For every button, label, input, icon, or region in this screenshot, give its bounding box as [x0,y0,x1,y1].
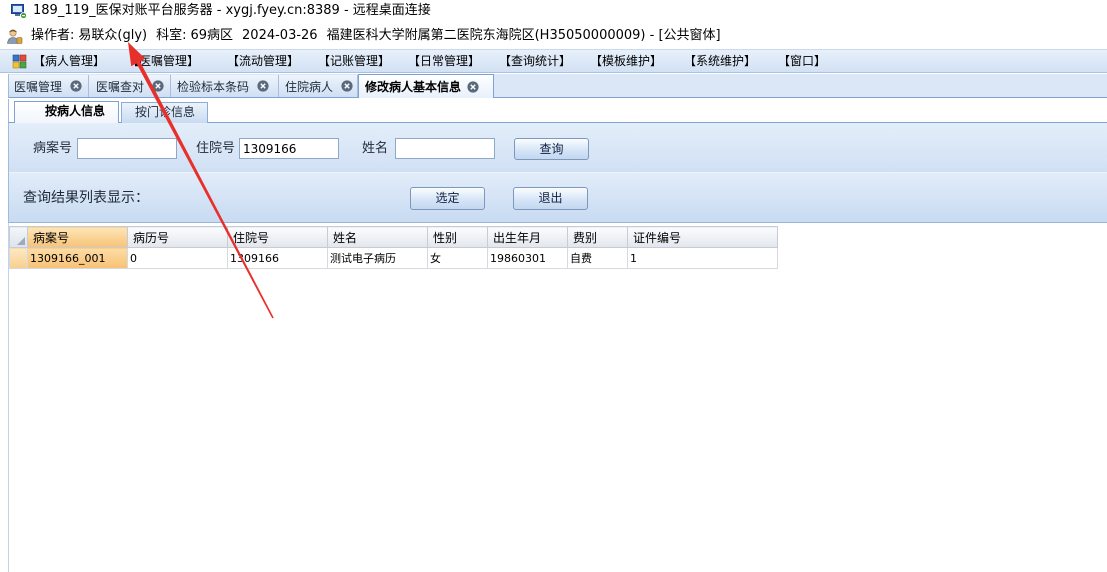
tab-label: 医嘱管理 [14,79,63,94]
grid-cell-id-number[interactable]: 1 [627,247,778,269]
name-label: 姓名 [362,141,389,156]
column-header-case-no[interactable]: 病案号 [27,226,128,248]
tab-label: 住院病人 [285,79,334,94]
remote-desktop-icon [11,3,27,19]
app-menu-icon[interactable] [12,53,28,69]
query-panel: 病案号 住院号 姓名 查询 查询结果列表显示： 选定 退出 [8,123,1107,223]
department-name: 69病区 [190,28,234,43]
window-titlebar: 189_119_医保对账平台服务器 - xygj.fyey.cn:8389 - … [0,0,1107,23]
grid-header-row: 病案号 病历号 住院号 姓名 性别 出生年月 费别 证件编号 [9,226,778,248]
tab-label: 医嘱查对 [96,79,145,94]
tab-edit-patient-info[interactable]: 修改病人基本信息 [358,74,494,98]
column-header-id-number[interactable]: 证件编号 [627,226,778,248]
grid-cell-fee-type[interactable]: 自费 [567,247,628,269]
exit-button[interactable]: 退出 [513,187,588,210]
case-no-label: 病案号 [33,141,73,156]
grid-corner-cell[interactable] [9,226,28,248]
close-circle-icon[interactable] [341,80,353,92]
hospital-name: 福建医科大学附属第二医院东海院区(H35050000009) - [公共窗体] [326,28,721,43]
row-header-cell[interactable] [9,247,28,269]
case-no-input[interactable] [77,138,177,159]
subtab-by-patient[interactable]: 按病人信息 [14,101,119,123]
select-button[interactable]: 选定 [410,187,485,210]
query-button[interactable]: 查询 [514,138,589,160]
grid-cell-record-no[interactable]: 0 [127,247,228,269]
close-circle-icon[interactable] [152,80,164,92]
main-menu-bar: 【病人管理】 【医嘱管理】 【流动管理】 【记账管理】 【日常管理】 【查询统计… [0,49,1107,73]
document-tab-strip: 医嘱管理 医嘱查对 检验标本条码 住院病人 修改病人基本信息 [8,74,1107,98]
column-header-name[interactable]: 姓名 [327,226,428,248]
search-mode-tabs: 按病人信息 按门诊信息 [8,99,1107,123]
department-label: 科室: [156,28,187,43]
close-circle-icon[interactable] [467,80,479,93]
operator-info-bar: 操作者: 易联众(gly) 科室: 69病区 2024-03-26 福建医科大学… [31,26,721,46]
row-selector-icon [17,237,25,245]
grid-cell-case-no[interactable]: 1309166_001 [27,247,128,269]
tab-label: 修改病人基本信息 [365,80,462,94]
menu-flow-management[interactable]: 【流动管理】 [227,50,299,72]
menu-template-maintenance[interactable]: 【模板维护】 [590,50,662,72]
grid-row[interactable]: 1309166_001 0 1309166 测试电子病历 女 19860301 … [9,247,778,269]
inpatient-no-input[interactable] [239,138,339,159]
menu-window[interactable]: 【窗口】 [778,50,826,72]
menu-query-statistics[interactable]: 【查询统计】 [499,50,571,72]
tab-specimen-barcode[interactable]: 检验标本条码 [171,75,279,97]
close-circle-icon[interactable] [257,80,269,92]
operator-name: 易联众(gly) [78,28,148,43]
menu-system-maintenance[interactable]: 【系统维护】 [684,50,756,72]
tab-inpatients[interactable]: 住院病人 [279,75,358,97]
grid-cell-gender[interactable]: 女 [427,247,488,269]
inpatient-no-label: 住院号 [196,141,236,156]
menu-patient-management[interactable]: 【病人管理】 [33,50,105,72]
grid-cell-name[interactable]: 测试电子病历 [327,247,428,269]
results-toolbar: 查询结果列表显示： 选定 退出 [9,172,1107,222]
menu-order-management[interactable]: 【医嘱管理】 [127,50,199,72]
column-header-gender[interactable]: 性别 [427,226,488,248]
close-circle-icon[interactable] [70,80,82,92]
results-list-label: 查询结果列表显示： [23,190,149,206]
results-grid: 病案号 病历号 住院号 姓名 性别 出生年月 费别 证件编号 1309166_0… [9,226,778,269]
column-header-birth-date[interactable]: 出生年月 [487,226,568,248]
column-header-record-no[interactable]: 病历号 [127,226,228,248]
operator-label: 操作者: [31,28,75,43]
column-header-inpatient-no[interactable]: 住院号 [227,226,328,248]
tab-order-management[interactable]: 医嘱管理 [9,75,89,97]
grid-cell-inpatient-no[interactable]: 1309166 [227,247,328,269]
search-criteria-section: 病案号 住院号 姓名 查询 [9,123,1107,172]
grid-cell-birth-date[interactable]: 19860301 [487,247,568,269]
tab-label: 检验标本条码 [177,79,250,94]
content-left-border [8,223,9,572]
tab-order-check[interactable]: 医嘱查对 [89,75,171,97]
column-header-fee-type[interactable]: 费别 [567,226,628,248]
subtab-by-outpatient[interactable]: 按门诊信息 [121,102,208,123]
menu-billing-management[interactable]: 【记账管理】 [318,50,390,72]
current-date: 2024-03-26 [242,28,318,43]
name-input[interactable] [395,138,495,159]
menu-daily-management[interactable]: 【日常管理】 [408,50,480,72]
operator-icon [6,28,23,45]
window-title: 189_119_医保对账平台服务器 - xygj.fyey.cn:8389 - … [33,3,431,18]
